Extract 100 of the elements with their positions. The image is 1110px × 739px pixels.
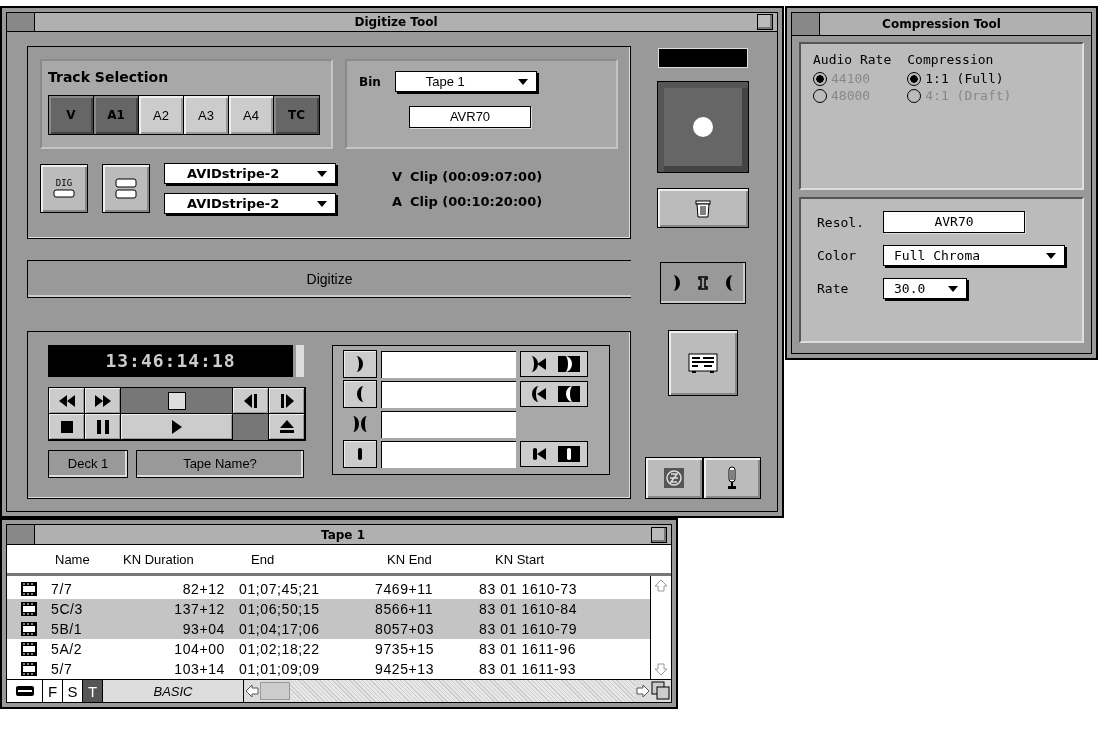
mark-button[interactable] bbox=[343, 380, 377, 408]
view-tab[interactable]: S bbox=[63, 680, 83, 702]
film-clip-icon bbox=[21, 642, 37, 656]
audio-tool-button[interactable] bbox=[645, 457, 703, 499]
track-button[interactable]: V bbox=[49, 96, 94, 134]
column-header[interactable]: Name bbox=[51, 551, 119, 567]
window-title: Digitize Tool bbox=[353, 15, 439, 29]
track-button[interactable]: TC bbox=[274, 96, 319, 134]
scroll-right-icon[interactable] bbox=[635, 684, 651, 698]
scroll-left-icon[interactable] bbox=[244, 684, 260, 698]
go-to-mark-button[interactable] bbox=[520, 381, 588, 407]
clip-row[interactable]: 5/7 103+14 01;01;09;09 9425+13 83 01 1611-93 bbox=[7, 659, 650, 679]
digitize-mode-button[interactable]: DIG bbox=[40, 164, 88, 213]
resolution-field[interactable]: AVR70 bbox=[883, 211, 1025, 233]
frame-view-button[interactable] bbox=[7, 680, 43, 702]
clip-duration: Clip (00:09:07:00) bbox=[410, 168, 543, 184]
table-cell-text: 5C/3 bbox=[51, 601, 84, 617]
table-cell-text: 01;01;09;09 bbox=[238, 661, 321, 677]
go-to-mark-button[interactable] bbox=[520, 351, 588, 377]
eject-icon bbox=[279, 419, 294, 434]
resolution-label: Resol. bbox=[817, 214, 865, 230]
dropdown-arrow-icon[interactable] bbox=[517, 78, 528, 85]
table-cell-text: 104+00 bbox=[173, 641, 225, 657]
scroll-up-icon[interactable] bbox=[653, 578, 669, 594]
mark-timecode-field[interactable] bbox=[381, 350, 516, 378]
mark-button[interactable] bbox=[343, 440, 377, 468]
close-box[interactable] bbox=[7, 13, 35, 31]
deck-control-button[interactable] bbox=[668, 330, 738, 396]
rewind-button[interactable] bbox=[49, 388, 85, 414]
pause-button[interactable] bbox=[85, 414, 121, 440]
film-clip-icon bbox=[21, 602, 37, 616]
table-cell-text: 01;04;17;06 bbox=[238, 621, 321, 637]
track-button[interactable]: A4 bbox=[229, 96, 274, 134]
delete-button[interactable] bbox=[657, 188, 749, 228]
column-header[interactable]: KN Start bbox=[491, 551, 643, 567]
table-cell-text: 93+04 bbox=[181, 621, 225, 637]
deck-field[interactable]: Deck 1 bbox=[48, 450, 128, 478]
resolution-field[interactable]: AVR70 bbox=[409, 106, 531, 128]
mark-button[interactable] bbox=[343, 350, 377, 378]
scroll-thumb[interactable] bbox=[260, 682, 290, 700]
clip-row[interactable]: 7/7 82+12 01;07;45;21 7469+11 83 01 1610-73 bbox=[7, 579, 650, 599]
rate-dropdown[interactable]: 30.0 bbox=[883, 278, 967, 299]
drives-button[interactable] bbox=[102, 164, 150, 213]
clip-row[interactable]: 5A/2 104+00 01;02;18;22 9735+15 83 01 1611-96 bbox=[7, 639, 650, 659]
zoom-box[interactable] bbox=[757, 14, 773, 30]
close-box[interactable] bbox=[792, 13, 820, 35]
scroll-down-icon[interactable] bbox=[653, 661, 669, 677]
window-title: Compression Tool bbox=[881, 17, 1002, 31]
bin-dropdown[interactable]: Tape 1 bbox=[394, 71, 537, 92]
tape-deck-icon bbox=[688, 352, 718, 374]
stop-button[interactable] bbox=[49, 414, 85, 440]
column-header[interactable]: KN End bbox=[383, 551, 491, 567]
zoom-box[interactable] bbox=[651, 526, 667, 543]
table-cell-text: 01;02;18;22 bbox=[238, 641, 321, 657]
tape-name-field[interactable]: Tape Name? bbox=[136, 450, 304, 478]
fast-forward-button[interactable] bbox=[85, 388, 121, 414]
table-cell-text: 9425+13 bbox=[375, 661, 436, 677]
step-back-button[interactable] bbox=[233, 388, 269, 414]
close-box[interactable] bbox=[7, 525, 35, 544]
column-header[interactable]: KN Duration bbox=[119, 551, 233, 567]
clip-row[interactable]: 5B/1 93+04 01;04;17;06 8057+03 83 01 1610-79 bbox=[7, 619, 650, 639]
pause-icon bbox=[96, 419, 109, 434]
bin-label: Bin bbox=[359, 74, 381, 89]
track-letter: V bbox=[392, 168, 402, 184]
dropdown-arrow-icon[interactable] bbox=[948, 285, 958, 292]
mark-timecode-field[interactable] bbox=[381, 440, 516, 468]
eject-button[interactable] bbox=[269, 414, 305, 440]
view-tab[interactable]: F bbox=[43, 680, 63, 702]
drive-dropdown[interactable]: AVIDstripe-2 bbox=[164, 163, 336, 184]
microphone-button[interactable] bbox=[703, 457, 761, 499]
slider-thumb[interactable] bbox=[167, 392, 186, 410]
play-button[interactable] bbox=[121, 414, 233, 440]
dropdown-arrow-icon[interactable] bbox=[317, 170, 327, 177]
track-button[interactable]: A1 bbox=[94, 96, 139, 134]
table-cell-text: 8057+03 bbox=[375, 621, 436, 637]
table-cell-text: 5A/2 bbox=[51, 641, 84, 657]
table-cell-text: 137+12 bbox=[173, 601, 225, 617]
resize-icon[interactable] bbox=[651, 681, 671, 701]
step-forward-button[interactable] bbox=[269, 388, 305, 414]
track-button[interactable]: A2 bbox=[139, 96, 184, 134]
horizontal-scrollbar[interactable] bbox=[244, 680, 651, 702]
column-header[interactable]: End bbox=[233, 551, 383, 567]
table-cell-text: 83 01 1610-79 bbox=[479, 621, 579, 637]
record-button[interactable] bbox=[657, 81, 749, 173]
dropdown-arrow-icon[interactable] bbox=[317, 200, 327, 207]
fast-forward-icon bbox=[93, 394, 112, 407]
clip-row[interactable]: 5C/3 137+12 01;06;50;15 8566+11 83 01 1610-84 bbox=[7, 599, 650, 619]
audio-tool-icon bbox=[664, 468, 684, 488]
mark-timecode-field[interactable] bbox=[381, 380, 516, 408]
dropdown-arrow-icon[interactable] bbox=[1046, 252, 1056, 259]
rewind-icon bbox=[57, 394, 76, 407]
go-to-mark-button[interactable] bbox=[520, 441, 588, 467]
microphone-icon bbox=[727, 466, 737, 490]
mark-timecode-field[interactable] bbox=[381, 410, 516, 438]
radio-button[interactable] bbox=[907, 71, 922, 86]
track-button[interactable]: A3 bbox=[184, 96, 229, 134]
shuttle-slider[interactable] bbox=[121, 388, 233, 414]
drive-dropdown[interactable]: AVIDstripe-2 bbox=[164, 193, 336, 214]
view-tab[interactable]: T bbox=[83, 680, 103, 702]
color-dropdown[interactable]: Full Chroma bbox=[883, 245, 1065, 266]
